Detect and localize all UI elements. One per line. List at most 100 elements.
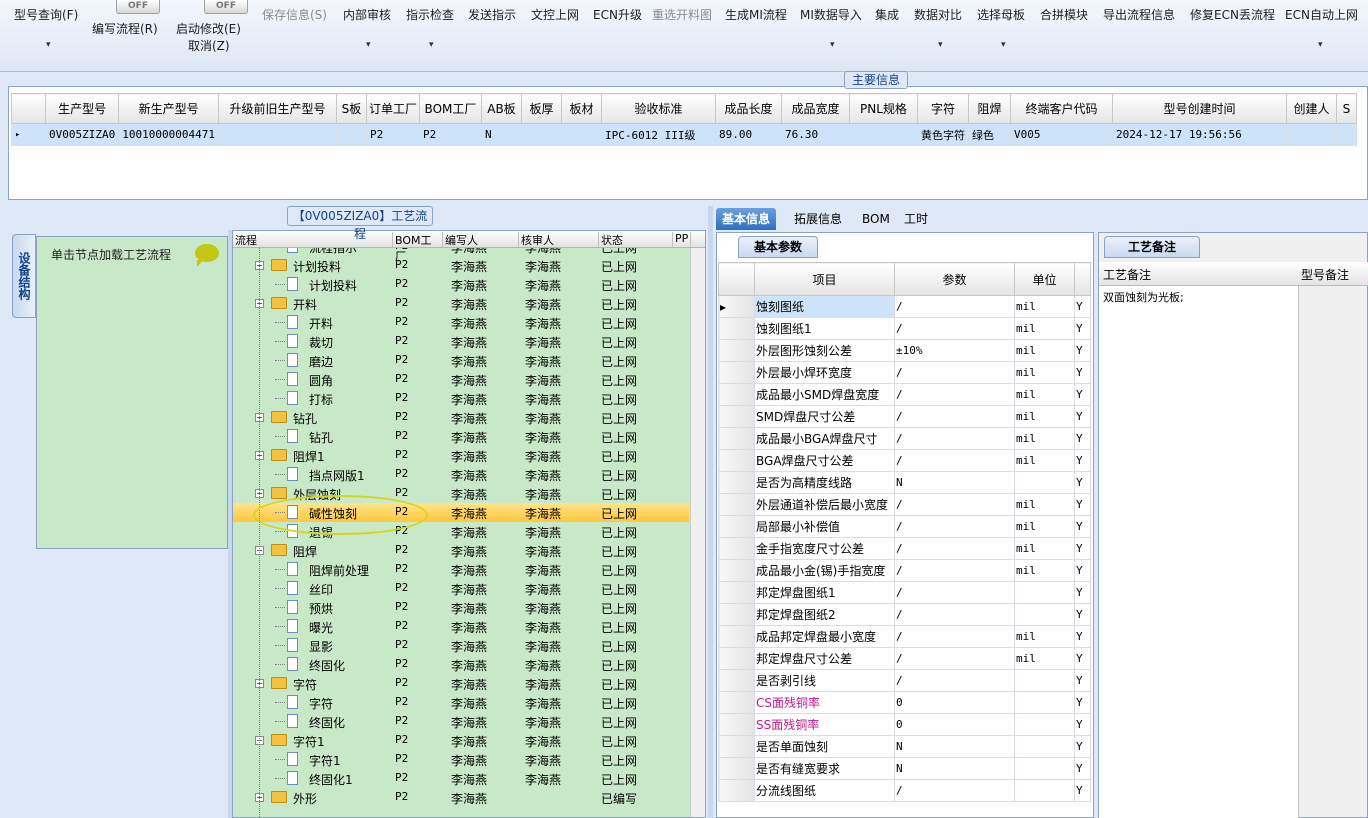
param-value[interactable]: / <box>894 427 1015 450</box>
toolbar-button-4[interactable]: 保存信息(S) <box>262 6 327 23</box>
tree-row[interactable]: − 外形 P2 李海燕 已编写 <box>233 788 689 807</box>
tree-row[interactable]: 磨边 P2 李海燕 李海燕 已上网 <box>233 351 689 370</box>
param-value[interactable]: N <box>894 757 1015 780</box>
table-cell[interactable] <box>335 123 367 146</box>
param-value[interactable]: / <box>894 493 1015 516</box>
tree-row[interactable]: 字符1 P2 李海燕 李海燕 已上网 <box>233 750 689 769</box>
param-row[interactable]: 金手指宽度尺寸公差 / mil Y <box>718 537 1091 560</box>
param-value[interactable]: / <box>894 317 1015 340</box>
tree-row[interactable]: 终固化 P2 李海燕 李海燕 已上网 <box>233 655 689 674</box>
table-cell[interactable]: V005 <box>1009 123 1113 146</box>
tree-row[interactable]: 阻焊前处理 P2 李海燕 李海燕 已上网 <box>233 560 689 579</box>
dropdown-arrow-icon[interactable]: ▾ <box>1318 40 1323 50</box>
param-row[interactable]: 是否为高精度线路 N Y <box>718 471 1091 494</box>
param-row[interactable]: 外层图形蚀刻公差 ±10% mil Y <box>718 339 1091 362</box>
toolbar-button-14[interactable]: 数据对比 <box>914 6 962 23</box>
toolbar-button-11[interactable]: 生成MI流程 <box>725 6 787 23</box>
tree-row[interactable]: 开料 P2 李海燕 李海燕 已上网 <box>233 313 689 332</box>
tree-row[interactable]: 打标 P2 李海燕 李海燕 已上网 <box>233 389 689 408</box>
table-cell[interactable]: 10010000004471 <box>118 123 219 146</box>
param-row[interactable]: 邦定焊盘图纸1/ Y <box>718 581 1091 604</box>
param-row[interactable]: BGA焊盘尺寸公差 / mil Y <box>718 449 1091 472</box>
tree-row[interactable]: 显影 P2 李海燕 李海燕 已上网 <box>233 636 689 655</box>
comment-icon[interactable] <box>195 244 219 267</box>
toolbar-button-7[interactable]: 发送指示 <box>468 6 516 23</box>
tab-1[interactable]: 拓展信息 <box>788 208 848 230</box>
toolbar-button-17[interactable]: 导出流程信息 <box>1103 6 1175 23</box>
param-row[interactable]: CS面残铜率 0 Y <box>718 691 1091 714</box>
toolbar-button-3[interactable]: 取消(Z) <box>188 37 230 54</box>
toolbar-button-0[interactable]: 型号查询(F) <box>14 6 78 23</box>
toolbar-button-12[interactable]: MI数据导入 <box>800 6 862 23</box>
toolbar-button-9[interactable]: ECN升级 <box>593 6 642 23</box>
toolbar-button-16[interactable]: 合拼模块 <box>1040 6 1088 23</box>
table-cell[interactable] <box>1285 123 1337 146</box>
param-value[interactable]: 0 <box>894 713 1015 736</box>
param-row[interactable]: 是否剥引线 / Y <box>718 669 1091 692</box>
param-row[interactable]: 局部最小补偿值 / mil Y <box>718 515 1091 538</box>
table-cell[interactable]: 2024-12-17 19:56:56 <box>1111 123 1287 146</box>
tree-row[interactable]: 终固化 P2 李海燕 李海燕 已上网 <box>233 712 689 731</box>
param-row[interactable]: SS面残铜率 0 Y <box>718 713 1091 736</box>
toolbar-button-19[interactable]: ECN自动上网 <box>1285 6 1358 23</box>
toolbar-button-18[interactable]: 修复ECN丢流程 <box>1190 6 1275 23</box>
param-row[interactable]: 是否有缝宽要求 N Y <box>718 757 1091 780</box>
table-cell[interactable]: P2 <box>365 123 420 146</box>
table-cell[interactable] <box>520 123 562 146</box>
tab-0[interactable]: 基本信息 <box>716 208 777 230</box>
param-value[interactable]: / <box>894 383 1015 406</box>
toolbar-button-13[interactable]: 集成 <box>875 6 899 23</box>
param-value[interactable]: / <box>894 669 1015 692</box>
param-row[interactable]: 邦定焊盘尺寸公差 / mil Y <box>718 647 1091 670</box>
dropdown-arrow-icon[interactable]: ▾ <box>429 40 434 50</box>
param-value[interactable]: / <box>894 515 1015 538</box>
param-row[interactable]: SMD焊盘尺寸公差 / mil Y <box>718 405 1091 428</box>
tree-row[interactable]: 挡点网版1 P2 李海燕 李海燕 已上网 <box>233 465 689 484</box>
param-row[interactable]: 成品最小金(锡)手指宽度 / mil Y <box>718 559 1091 582</box>
param-value[interactable]: / <box>894 361 1015 384</box>
tab-3[interactable]: 工时 <box>898 208 934 230</box>
table-cell[interactable]: N <box>480 123 522 146</box>
table-cell[interactable] <box>560 123 602 146</box>
table-cell[interactable]: IPC-6012 III级 <box>600 123 716 146</box>
tree-row[interactable]: − 字符1 P2 李海燕 李海燕 已上网 <box>233 731 689 750</box>
tree-scrollbar[interactable] <box>690 248 705 817</box>
toggle-switch-0[interactable]: OFF <box>116 0 160 14</box>
param-value[interactable]: / <box>894 449 1015 472</box>
tree-row[interactable]: 预烘 P2 李海燕 李海燕 已上网 <box>233 598 689 617</box>
table-cell[interactable]: 绿色 <box>967 123 1011 146</box>
dropdown-arrow-icon[interactable]: ▾ <box>938 40 943 50</box>
tree-row[interactable]: − 阻焊 P2 李海燕 李海燕 已上网 <box>233 541 689 560</box>
param-row[interactable]: 是否单面蚀刻 N Y <box>718 735 1091 758</box>
tree-row[interactable]: − 阻焊1 P2 李海燕 李海燕 已上网 <box>233 446 689 465</box>
tree-row[interactable]: − 钻孔 P2 李海燕 李海燕 已上网 <box>233 408 689 427</box>
param-value[interactable]: / <box>894 295 1015 318</box>
tree-row[interactable]: 流程指示 P2 李海燕 李海燕 已上网 <box>233 248 689 256</box>
param-value[interactable]: / <box>894 537 1015 560</box>
table-cell[interactable]: 76.30 <box>780 123 850 146</box>
param-value[interactable]: / <box>894 405 1015 428</box>
param-row[interactable]: 成品最小SMD焊盘宽度 / mil Y <box>718 383 1091 406</box>
dropdown-arrow-icon[interactable]: ▾ <box>46 40 51 50</box>
tree-row[interactable]: − 字符 P2 李海燕 李海燕 已上网 <box>233 674 689 693</box>
toolbar-button-8[interactable]: 文控上网 <box>531 6 579 23</box>
param-value[interactable]: / <box>894 581 1015 604</box>
param-row[interactable]: 邦定焊盘图纸2/ Y <box>718 603 1091 626</box>
tree-row[interactable]: 终固化1 P2 李海燕 李海燕 已上网 <box>233 769 689 788</box>
table-cell[interactable] <box>217 123 337 146</box>
param-value[interactable]: / <box>894 647 1015 670</box>
param-value[interactable]: N <box>894 471 1015 494</box>
tree-row[interactable]: 字符 P2 李海燕 李海燕 已上网 <box>233 693 689 712</box>
param-value[interactable]: ±10% <box>894 339 1015 362</box>
param-value[interactable]: / <box>894 779 1015 802</box>
side-tab-equipment[interactable]: 设备结构 <box>12 234 36 318</box>
table-cell[interactable]: 89.00 <box>714 123 782 146</box>
param-row[interactable]: 外层通道补偿后最小宽度 / mil Y <box>718 493 1091 516</box>
table-cell[interactable]: 0V005ZIZA0 <box>44 123 120 146</box>
param-value[interactable]: / <box>894 625 1015 648</box>
toolbar-button-1[interactable]: 编写流程(R) <box>92 20 158 37</box>
tree-row[interactable]: 计划投料 P2 李海燕 李海燕 已上网 <box>233 275 689 294</box>
tree-row[interactable]: 圆角 P2 李海燕 李海燕 已上网 <box>233 370 689 389</box>
remark-text-area[interactable]: 双面蚀刻为光板; <box>1099 286 1299 818</box>
tree-row[interactable]: 裁切 P2 李海燕 李海燕 已上网 <box>233 332 689 351</box>
